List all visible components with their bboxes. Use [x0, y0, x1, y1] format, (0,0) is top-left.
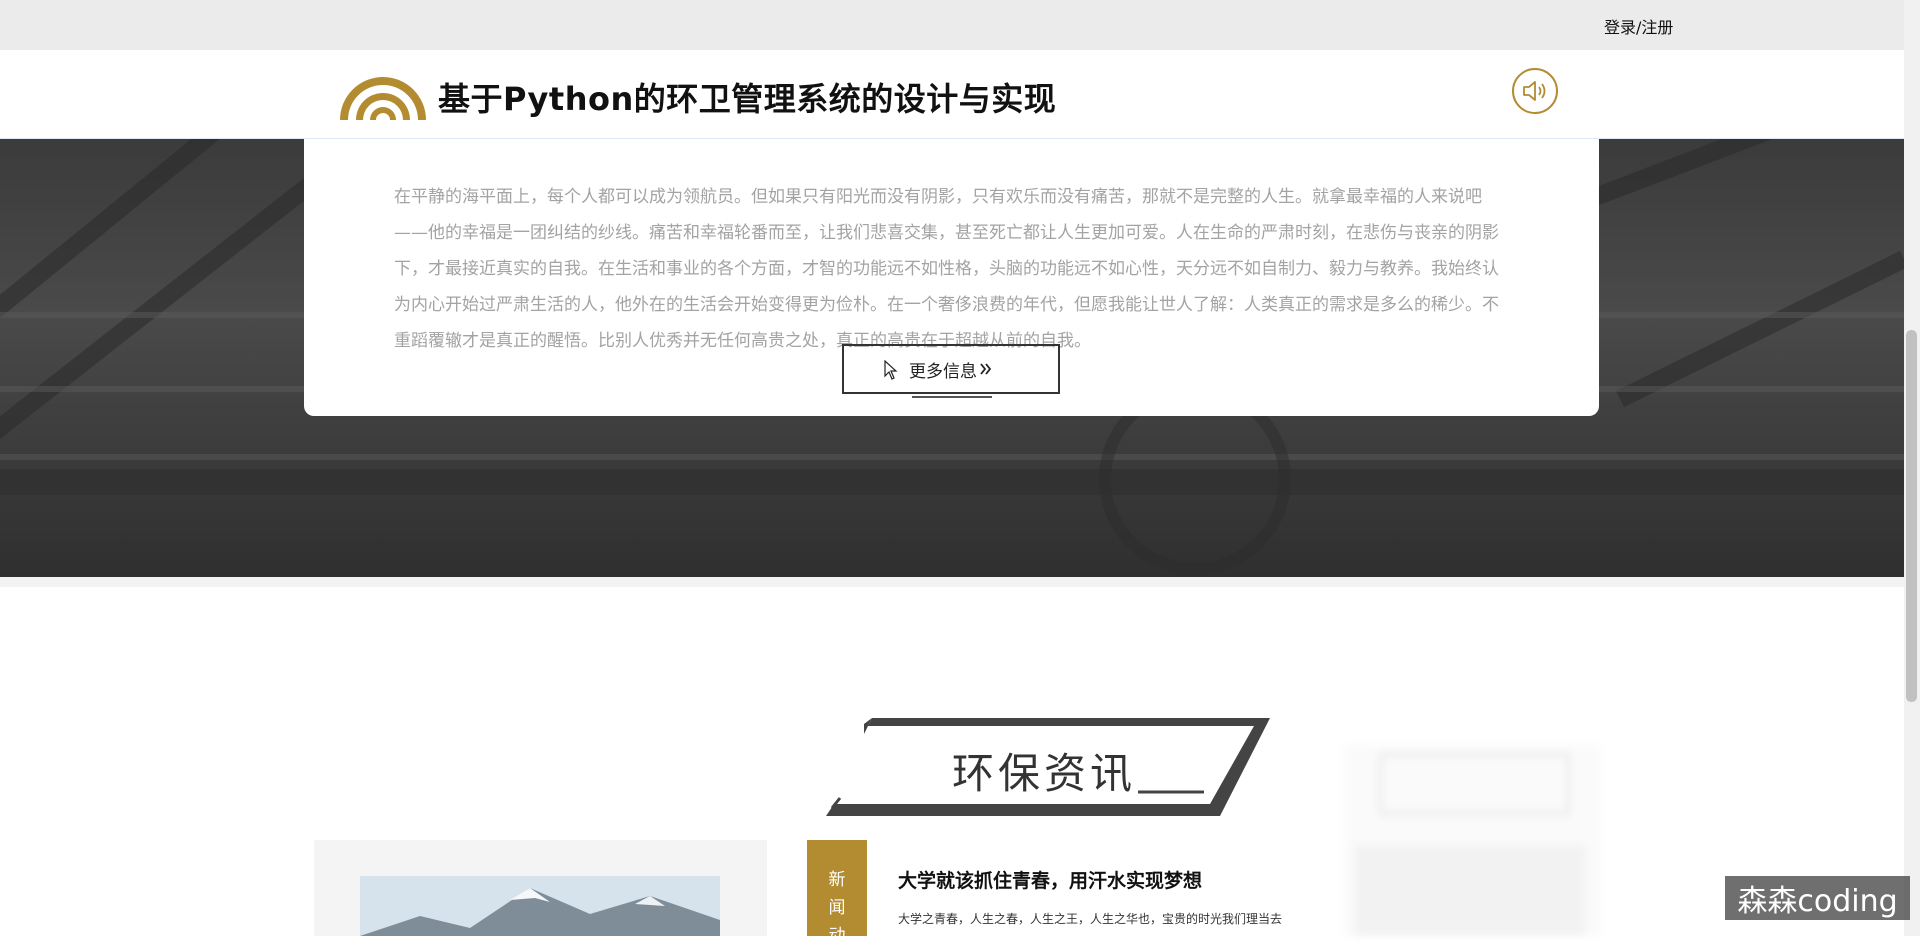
mouse-pointer-icon	[884, 360, 898, 380]
news-tag-char: 新	[828, 870, 846, 890]
site-title: 基于Python的环卫管理系统的设计与实现	[438, 80, 1057, 118]
news-tag-char: 动	[828, 926, 846, 946]
more-info-label: 更多信息	[909, 361, 977, 382]
section-title: 环保资讯	[952, 749, 1137, 798]
watermark: 森森coding	[1725, 876, 1910, 920]
site-header: 基于Python的环卫管理系统的设计与实现	[0, 50, 1904, 139]
news-thumbnail[interactable]	[360, 876, 720, 936]
news-summary: 大学之青春，人生之春，人生之王，人生之华也，宝贵的时光我们理当去	[898, 912, 1283, 926]
news-title[interactable]: 大学就该抓住青春，用汗水实现梦想	[898, 866, 1202, 893]
section-title-frame: 环保资讯	[822, 712, 1274, 822]
blurred-box	[1355, 845, 1585, 936]
speaker-icon	[1523, 81, 1546, 101]
scrollbar-thumb[interactable]	[1906, 330, 1917, 702]
login-register-link[interactable]: 登录/注册	[1604, 14, 1673, 38]
news-category-tag[interactable]: 新 闻 动	[807, 840, 867, 946]
more-info-underline	[912, 396, 992, 398]
more-info-button[interactable]: 更多信息	[842, 344, 1060, 398]
top-bar: 登录/注册	[0, 0, 1904, 50]
news-image-card[interactable]	[314, 840, 767, 936]
news-tag-char: 闻	[828, 898, 846, 918]
mountain-image	[360, 876, 720, 936]
blurred-box	[1379, 753, 1570, 815]
double-chevron-right-icon	[980, 363, 992, 375]
sound-toggle-button[interactable]	[1512, 68, 1558, 114]
hero-divider	[0, 577, 1904, 587]
intro-text: 在平静的海平面上，每个人都可以成为领航员。但如果只有阳光而没有阴影，只有欢乐而没…	[394, 187, 1499, 351]
blurred-panel	[1345, 745, 1600, 936]
arc-logo	[340, 77, 426, 120]
